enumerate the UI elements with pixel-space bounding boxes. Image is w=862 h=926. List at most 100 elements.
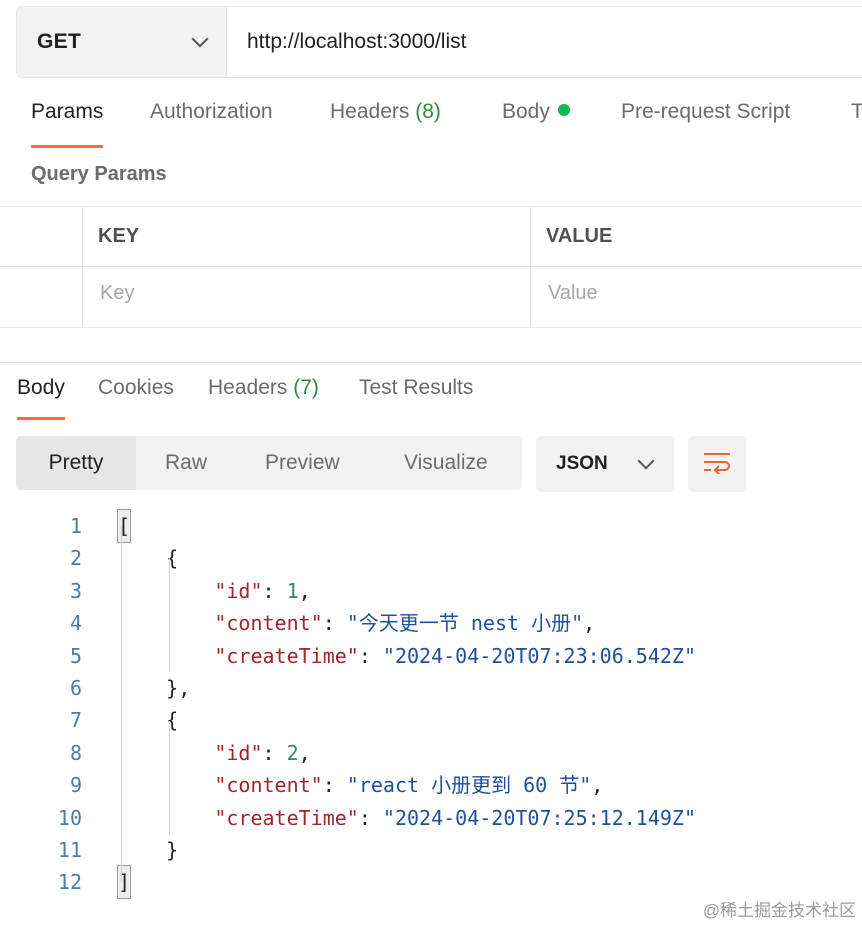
tab-test-results[interactable]: Test Results: [359, 376, 473, 420]
code-line: 8 "id": 2,: [0, 737, 862, 769]
code-text: "createTime": "2024-04-20T07:25:12.149Z": [118, 802, 696, 834]
watermark: @稀土掘金技术社区: [702, 901, 856, 920]
code-text: [: [116, 509, 132, 543]
code-line: 10 "createTime": "2024-04-20T07:25:12.14…: [0, 802, 862, 834]
tab-authorization[interactable]: Authorization: [150, 100, 273, 148]
line-number: 10: [57, 805, 82, 830]
chevron-down-icon: [637, 452, 655, 470]
view-mode-switcher: Pretty Raw Preview Visualize: [16, 436, 522, 490]
code-line: 4 "content": "今天更一节 nest 小册",: [0, 607, 862, 639]
headers-count: (7): [293, 376, 319, 399]
code-token: "createTime": [214, 643, 359, 668]
tab-label: Body: [502, 100, 550, 123]
tab-label: Headers: [330, 100, 410, 123]
url-input[interactable]: http://localhost:3000/list: [227, 7, 862, 77]
code-token: "今天更一节 nest 小册": [346, 611, 584, 636]
code-line: 12]: [0, 865, 862, 900]
code-text: "content": "今天更一节 nest 小册",: [118, 607, 595, 639]
body-indicator-dot-icon: [557, 104, 570, 116]
view-mode-pretty[interactable]: Pretty: [16, 436, 136, 490]
active-tab-indicator: [17, 417, 65, 420]
code-line: 3 "id": 1,: [0, 575, 862, 607]
method-select[interactable]: GET: [17, 7, 227, 77]
view-mode-raw[interactable]: Raw: [165, 436, 207, 490]
column-divider: [530, 207, 531, 327]
line-number: 11: [57, 838, 82, 862]
response-tabs: Body Cookies Headers (7) Test Results: [0, 376, 862, 420]
chevron-down-icon: [191, 30, 209, 48]
code-line: 11 }: [0, 834, 862, 866]
code-text: "id": 2,: [118, 737, 310, 769]
tab-label: Authorization: [150, 100, 273, 123]
code-line: 2 {: [0, 542, 862, 574]
pane-divider[interactable]: [0, 362, 862, 363]
tab-headers[interactable]: Headers (8): [330, 100, 441, 148]
code-token: :: [322, 611, 347, 636]
code-token: [: [116, 509, 132, 543]
code-token: :: [322, 773, 347, 798]
view-mode-preview[interactable]: Preview: [265, 436, 340, 490]
code-token: "2024-04-20T07:23:06.542Z": [382, 643, 696, 668]
query-params-table: KEY VALUE Key Value: [0, 206, 862, 328]
code-token: "react 小册更到 60 节": [346, 773, 592, 798]
code-token: "id": [214, 578, 263, 603]
code-line: 5 "createTime": "2024-04-20T07:23:06.542…: [0, 640, 862, 672]
code-token: }: [118, 838, 179, 862]
tab-response-body[interactable]: Body: [17, 376, 65, 420]
tab-label: T: [851, 100, 862, 123]
value-input[interactable]: Value: [548, 282, 598, 305]
code-token: :: [262, 578, 287, 603]
line-number: 3: [69, 578, 82, 603]
headers-count: (8): [415, 100, 441, 123]
tab-body[interactable]: Body: [502, 100, 570, 148]
indent-guide: [121, 526, 122, 882]
tab-tests-truncated[interactable]: T: [851, 100, 862, 148]
code-token: "id": [214, 740, 263, 765]
line-number: 4: [69, 611, 82, 636]
code-token: ,: [298, 578, 311, 603]
code-line: 7 {: [0, 704, 862, 736]
indent-guide: [169, 721, 170, 835]
request-url-bar: GET http://localhost:3000/list: [16, 6, 862, 78]
code-text: "id": 1,: [118, 575, 311, 607]
tab-label: Pre-request Script: [621, 100, 791, 123]
wrap-lines-button[interactable]: [688, 436, 746, 492]
tab-params[interactable]: Params: [31, 100, 104, 148]
code-text: }: [118, 834, 178, 866]
tab-cookies[interactable]: Cookies: [98, 376, 174, 420]
tab-label: Params: [31, 100, 104, 123]
tab-label: Cookies: [98, 376, 174, 399]
code-token: },: [118, 676, 191, 700]
format-label: JSON: [556, 453, 608, 474]
line-number: 12: [57, 870, 82, 895]
code-text: "createTime": "2024-04-20T07:23:06.542Z": [118, 640, 696, 672]
code-token: "content": [214, 611, 323, 636]
code-text: ]: [116, 865, 132, 900]
tab-label: Headers: [208, 376, 288, 399]
code-token: :: [358, 805, 383, 830]
code-text: "content": "react 小册更到 60 节",: [118, 769, 603, 801]
line-number: 8: [69, 740, 82, 765]
view-mode-visualize[interactable]: Visualize: [404, 436, 488, 490]
active-tab-indicator: [31, 145, 104, 148]
key-input[interactable]: Key: [100, 282, 134, 305]
tab-response-headers[interactable]: Headers (7): [208, 376, 319, 420]
code-token: 1: [286, 578, 299, 603]
code-token: :: [358, 643, 383, 668]
line-number: 9: [69, 773, 82, 798]
tab-label: Test Results: [359, 376, 474, 399]
request-tabs: Params Authorization Headers (8) Body Pr…: [0, 100, 862, 148]
line-number: 7: [69, 708, 82, 733]
method-label: GET: [37, 30, 82, 53]
code-token: :: [262, 740, 287, 765]
line-number: 6: [69, 676, 82, 700]
tab-pre-request-script[interactable]: Pre-request Script: [621, 100, 790, 148]
code-token: "content": [214, 773, 323, 798]
format-select[interactable]: JSON: [536, 436, 674, 492]
